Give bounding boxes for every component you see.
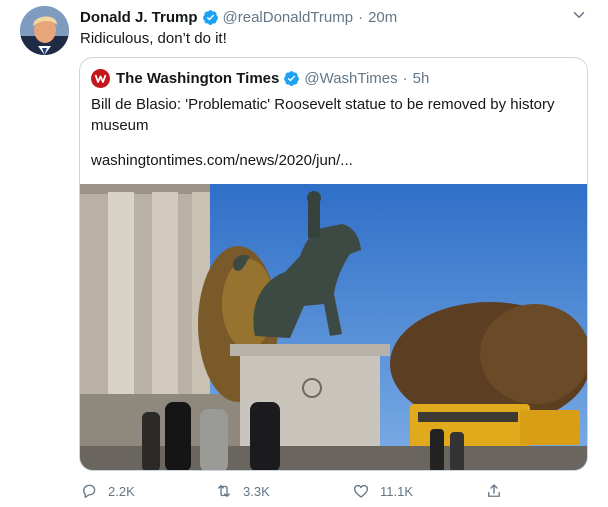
author-name[interactable]: Donald J. Trump xyxy=(80,9,198,26)
retweet-button[interactable]: 3.3K xyxy=(215,480,270,502)
reply-count: 2.2K xyxy=(108,483,135,499)
tweet-text: Ridiculous, don’t do it! xyxy=(80,30,227,47)
tweet-time[interactable]: 20m xyxy=(368,9,397,26)
avatar-image xyxy=(20,6,69,55)
reply-button[interactable]: 2.2K xyxy=(80,480,135,502)
quoted-author-name[interactable]: The Washington Times xyxy=(116,70,279,87)
washington-times-logo-icon xyxy=(91,68,110,88)
statue-photo[interactable] xyxy=(80,184,588,471)
quoted-author-handle[interactable]: @WashTimes xyxy=(304,70,397,87)
like-icon xyxy=(353,484,369,498)
quoted-tweet-link[interactable]: washingtontimes.com/news/2020/jun/... xyxy=(91,150,353,171)
share-button[interactable] xyxy=(485,480,513,502)
retweet-icon xyxy=(218,485,230,497)
quoted-tweet-time: 5h xyxy=(412,69,430,87)
chevron-down-icon[interactable] xyxy=(570,6,588,24)
verified-badge-icon xyxy=(202,9,218,25)
quoted-tweet-text: Bill de Blasio: 'Problematic' Roosevelt … xyxy=(91,96,555,134)
avatar[interactable] xyxy=(20,6,69,55)
tweet-actions: 2.2K 3.3K 11.1K xyxy=(80,480,580,502)
quoted-tweet-header: The Washington Times @WashTimes · 5h xyxy=(91,68,429,88)
separator-dot: · xyxy=(402,69,408,87)
separator-dot: · xyxy=(358,8,364,26)
verified-badge-icon xyxy=(284,70,300,86)
retweet-count: 3.3K xyxy=(243,483,270,499)
like-count: 11.1K xyxy=(380,483,414,499)
author-handle[interactable]: @realDonaldTrump xyxy=(223,9,354,26)
quoted-tweet-card[interactable]: The Washington Times @WashTimes · 5h Bil… xyxy=(79,57,588,471)
reply-icon xyxy=(83,484,96,499)
like-button[interactable]: 11.1K xyxy=(352,480,413,502)
share-icon xyxy=(488,484,500,497)
tweet-header: Donald J. Trump @realDonaldTrump · 20m xyxy=(80,7,397,27)
